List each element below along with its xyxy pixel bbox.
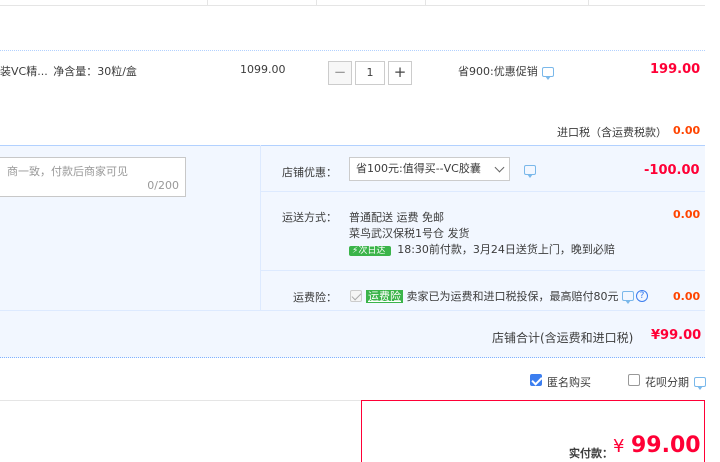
insurance-info: 运费险 卖家已为运费和进口税投保，最高赔付80元 xyxy=(366,288,619,304)
quantity-plus-button[interactable]: + xyxy=(388,61,412,85)
item-subtotal: 199.00 xyxy=(650,62,701,77)
message-icon[interactable] xyxy=(694,377,706,390)
help-icon[interactable]: ? xyxy=(636,290,648,302)
shop-total-value: ¥99.00 xyxy=(651,328,702,343)
huabei-label[interactable]: 花呗分期 xyxy=(645,374,689,390)
header-divider xyxy=(207,0,208,6)
message-icon[interactable] xyxy=(622,291,634,304)
shipping-value: 0.00 xyxy=(673,208,701,221)
vertical-divider xyxy=(260,145,261,310)
header-divider xyxy=(588,0,589,6)
anonymous-label[interactable]: 匿名购买 xyxy=(547,374,591,390)
next-day-badge: ⚡次日达 xyxy=(349,246,392,256)
import-tax-label: 进口税（含运费税款） xyxy=(557,126,667,139)
shipping-eta: 18:30前付款，3月24日送货上门，晚到必赔 xyxy=(397,243,615,256)
buyer-message-placeholder: 商一致，付款后商家可见 xyxy=(7,165,128,178)
header-divider xyxy=(425,0,426,6)
row-divider xyxy=(260,191,705,192)
buyer-message-textarea[interactable]: 商一致，付款后商家可见 0/200 xyxy=(0,157,186,197)
item-spec: 净含量：30粒/盒 xyxy=(53,65,137,78)
chevron-down-icon xyxy=(494,162,505,173)
payment-amount: 99.00 xyxy=(631,433,701,458)
payment-currency: ¥ xyxy=(613,436,625,457)
shop-discount-value: -100.00 xyxy=(644,163,700,178)
item-info: 装VC精... 净含量：30粒/盒 xyxy=(0,63,137,79)
shop-discount-label: 店铺优惠： xyxy=(282,166,337,179)
message-icon[interactable] xyxy=(524,165,536,178)
insurance-tag[interactable]: 运费险 xyxy=(366,290,403,303)
header-divider xyxy=(316,0,317,6)
quantity-minus-button[interactable]: − xyxy=(328,61,352,85)
item-promo: 省900:优惠促销 xyxy=(458,65,538,78)
anonymous-checkbox[interactable] xyxy=(530,374,542,386)
row-divider xyxy=(0,310,705,311)
huabei-checkbox[interactable] xyxy=(628,374,640,386)
import-tax-value: 0.00 xyxy=(673,124,701,137)
insurance-value: 0.00 xyxy=(673,290,701,303)
item-name[interactable]: 装VC精... xyxy=(0,65,48,78)
item-row-top-border xyxy=(0,50,705,52)
message-char-counter: 0/200 xyxy=(147,179,179,192)
payment-label: 实付款： xyxy=(569,447,613,460)
quantity-input[interactable]: 1 xyxy=(355,61,385,85)
item-unit-price: 1099.00 xyxy=(240,63,286,76)
table-header-strip xyxy=(0,0,705,6)
shipping-warehouse: 菜鸟武汉保税1号仓 发货 xyxy=(349,227,470,240)
insurance-label: 运费险： xyxy=(293,291,337,304)
shop-discount-select[interactable]: 省100元:值得买--VC胶囊 xyxy=(349,157,510,181)
shipping-eta-row: ⚡次日达 18:30前付款，3月24日送货上门，晚到必赔 xyxy=(349,241,615,257)
message-icon[interactable] xyxy=(542,67,554,80)
shop-total-label: 店铺合计(含运费和进口税) xyxy=(492,331,634,345)
insurance-checkbox xyxy=(350,290,362,302)
shipping-method: 普通配送 运费 免邮 xyxy=(349,211,444,224)
row-divider xyxy=(260,270,705,271)
insurance-text: 卖家已为运费和进口税投保，最高赔付80元 xyxy=(406,290,619,303)
shop-discount-selected: 省100元:值得买--VC胶囊 xyxy=(356,162,481,175)
shipping-label: 运送方式： xyxy=(282,211,337,224)
